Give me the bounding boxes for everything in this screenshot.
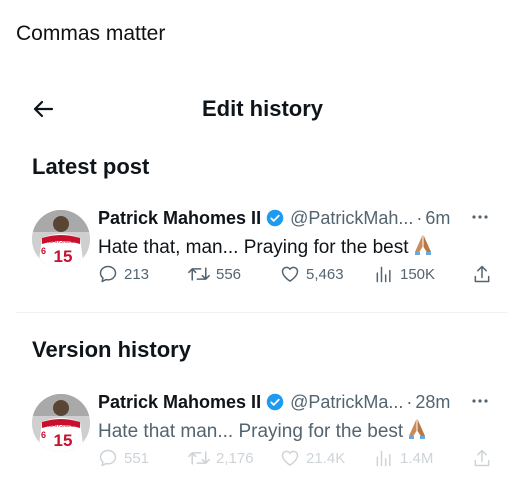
like-button: 21.4K — [280, 448, 345, 468]
like-button[interactable]: 5,463 — [280, 264, 344, 284]
repost-button: 2,176 — [188, 448, 254, 468]
share-icon — [474, 265, 490, 283]
views-button[interactable]: 150K — [374, 264, 435, 284]
svg-text:6: 6 — [41, 430, 46, 440]
post-time[interactable]: 6m — [425, 208, 450, 229]
section-divider — [16, 312, 508, 313]
image-caption: Commas matter — [16, 22, 166, 45]
post-text: Hate that man... Praying for the best — [98, 418, 427, 446]
edit-history-header: Edit history — [0, 90, 524, 130]
repost-count: 2,176 — [216, 449, 254, 467]
author-name[interactable]: Patrick Mahomes II — [98, 392, 261, 413]
praying-hands-icon — [413, 234, 433, 262]
repost-count: 556 — [216, 265, 242, 283]
heart-icon — [281, 450, 299, 466]
post-actions: 213 556 5,463 150K — [98, 264, 494, 290]
reply-button[interactable]: 213 — [98, 264, 149, 284]
back-button[interactable] — [30, 96, 56, 122]
reply-count: 551 — [124, 449, 150, 467]
avatar[interactable]: MAHOMES 15 6 — [32, 210, 90, 268]
author-name[interactable]: Patrick Mahomes II — [98, 208, 261, 229]
like-count: 21.4K — [306, 449, 346, 467]
avatar[interactable]: MAHOMES 15 6 — [32, 394, 90, 452]
post-text-content: Hate that man... Praying for the best — [98, 421, 404, 442]
repost-button[interactable]: 556 — [188, 264, 241, 284]
reply-button: 551 — [98, 448, 149, 468]
post-header: Patrick Mahomes II @PatrickMa... · 28m — [98, 390, 450, 414]
heart-icon — [281, 266, 299, 282]
views-chart-icon — [376, 450, 391, 467]
svg-text:6: 6 — [41, 246, 46, 256]
repost-icon — [188, 267, 210, 281]
author-handle[interactable]: @PatrickMah... — [290, 208, 413, 229]
separator-dot: · — [406, 391, 413, 412]
praying-hands-icon — [407, 418, 427, 446]
views-button: 1.4M — [374, 448, 433, 468]
post-text: Hate that, man... Praying for the best — [98, 234, 433, 262]
latest-post-heading: Latest post — [32, 154, 150, 179]
svg-text:MAHOMES: MAHOMES — [48, 239, 75, 245]
author-handle[interactable]: @PatrickMa... — [290, 392, 403, 413]
post-header: Patrick Mahomes II @PatrickMah... · 6m — [98, 206, 450, 230]
page-title: Edit history — [202, 96, 324, 121]
post-time[interactable]: 28m — [415, 392, 450, 413]
post-actions: 551 2,176 21.4K 1.4M — [98, 448, 494, 474]
arrow-left-icon — [33, 100, 54, 118]
svg-text:MAHOMES: MAHOMES — [48, 423, 75, 429]
reply-icon — [99, 449, 117, 467]
version-history-heading: Version history — [32, 337, 191, 362]
svg-text:15: 15 — [54, 431, 73, 450]
more-options-icon[interactable] — [470, 391, 490, 416]
views-count: 150K — [400, 265, 436, 283]
share-button — [472, 448, 498, 468]
separator-dot: · — [416, 207, 423, 228]
views-count: 1.4M — [400, 449, 434, 467]
reply-count: 213 — [124, 265, 150, 283]
repost-icon — [188, 451, 210, 465]
more-options-icon[interactable] — [470, 207, 490, 232]
share-button[interactable] — [472, 264, 498, 284]
views-chart-icon — [376, 266, 391, 283]
reply-icon — [99, 265, 117, 283]
svg-text:15: 15 — [54, 247, 73, 266]
like-count: 5,463 — [306, 265, 344, 283]
verified-badge-icon — [266, 393, 284, 411]
verified-badge-icon — [266, 209, 284, 227]
share-icon — [474, 449, 490, 467]
post-text-content: Hate that, man... Praying for the best — [98, 237, 409, 258]
